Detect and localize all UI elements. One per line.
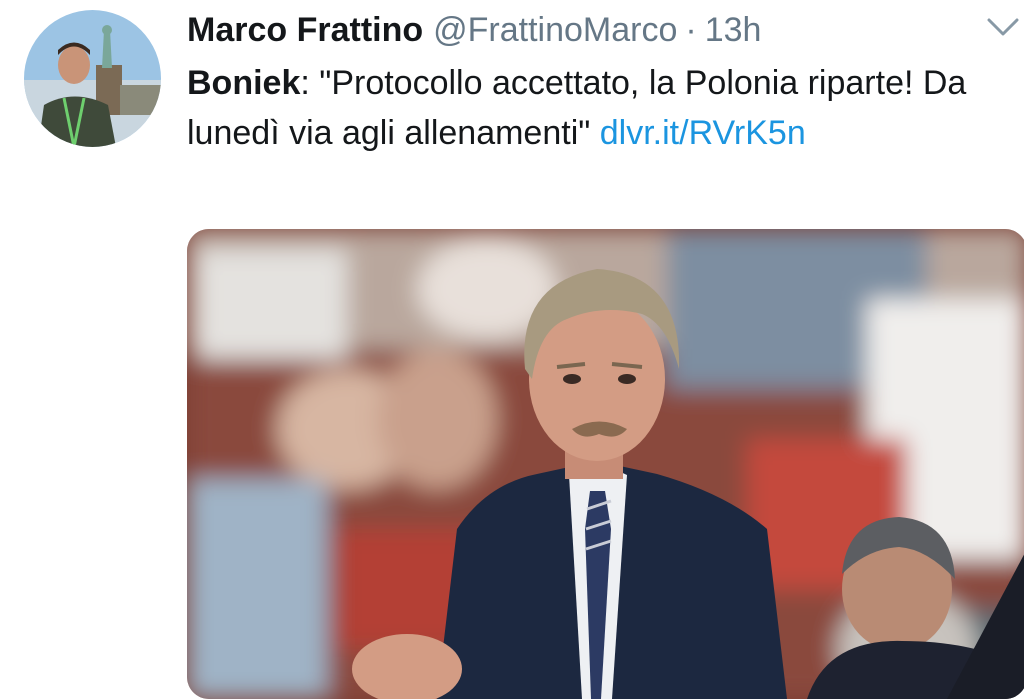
author-handle[interactable]: @FrattinoMarco (433, 11, 677, 49)
chevron-down-icon[interactable] (985, 14, 1021, 40)
timestamp[interactable]: 13h (705, 11, 762, 49)
tweet-text: Boniek: "Protocollo accettato, la Poloni… (187, 58, 1007, 158)
author-name[interactable]: Marco Frattino (187, 11, 423, 49)
tweet-text-body: : "Protocollo accettato, la Polonia ripa… (187, 64, 967, 152)
avatar[interactable] (24, 10, 161, 147)
tweet-media-photo[interactable] (187, 229, 1024, 699)
tweet-text-bold: Boniek (187, 64, 301, 102)
tweet-link[interactable]: dlvr.it/RVrK5n (600, 114, 806, 152)
tweet-header: Marco Frattino @FrattinoMarco · 13h (187, 6, 964, 54)
separator-dot: · (685, 11, 697, 49)
